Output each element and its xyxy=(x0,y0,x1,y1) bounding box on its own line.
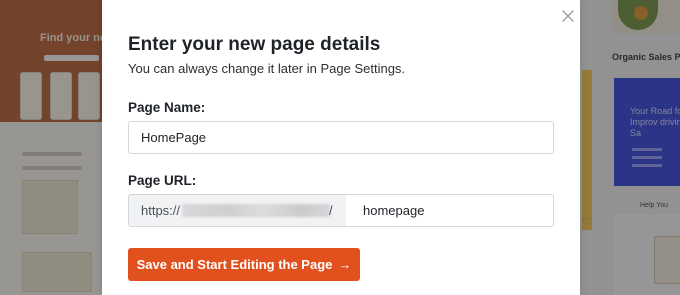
dialog-subtitle: You can always change it later in Page S… xyxy=(128,61,406,76)
page-url-slug-input[interactable]: homepage xyxy=(351,195,551,226)
page-url-field: https:// / homepage xyxy=(128,194,554,227)
save-and-edit-button[interactable]: Save and Start Editing the Page → xyxy=(128,248,360,281)
arrow-right-icon: → xyxy=(338,257,352,272)
close-icon xyxy=(562,10,574,22)
save-button-label: Save and Start Editing the Page xyxy=(136,257,333,272)
dialog-title: Enter your new page details xyxy=(128,34,381,55)
close-button[interactable] xyxy=(560,8,576,24)
page-url-label: Page URL: xyxy=(128,173,197,188)
page-name-label: Page Name: xyxy=(128,100,206,115)
page-url-domain-redacted xyxy=(182,204,330,217)
new-page-dialog: Enter your new page details You can alwa… xyxy=(102,0,580,295)
page-name-input[interactable]: HomePage xyxy=(128,121,554,154)
page-url-separator: / xyxy=(329,203,333,218)
page-url-protocol: https:// xyxy=(141,203,181,218)
